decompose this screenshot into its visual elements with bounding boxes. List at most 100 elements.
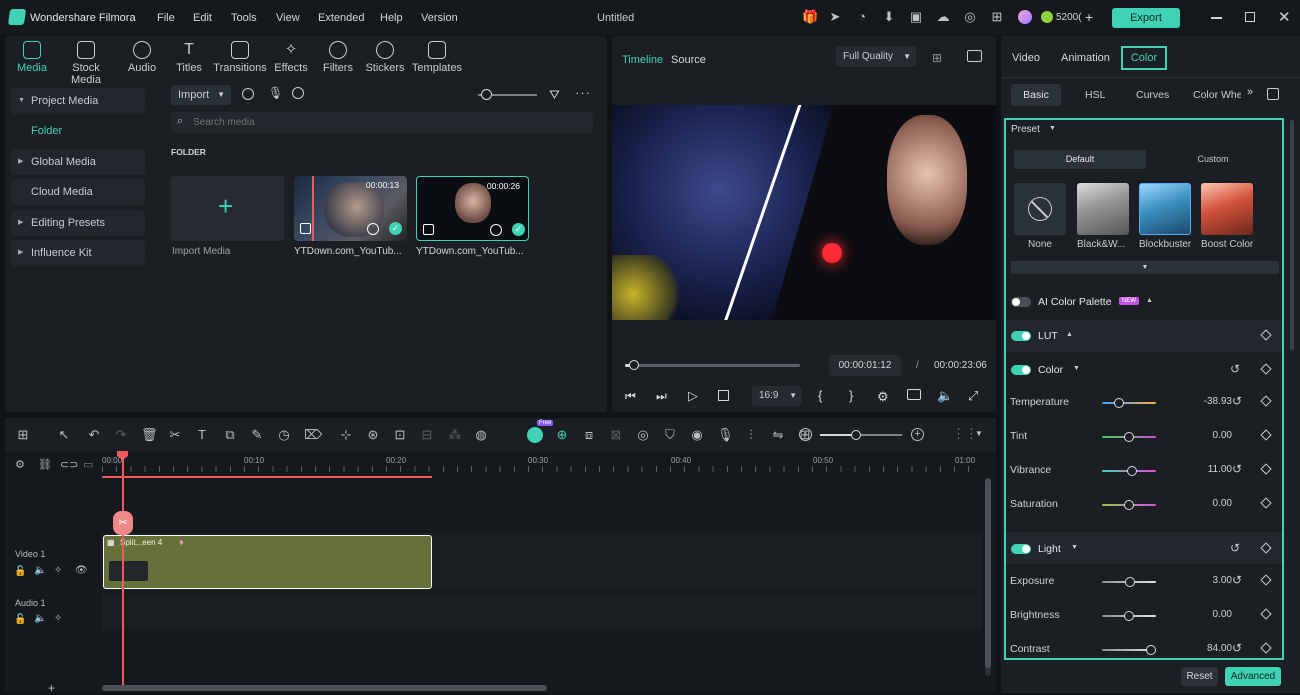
mute-icon[interactable]: 🔈 — [34, 613, 46, 624]
color-reset-icon[interactable]: ↺ — [1230, 362, 1240, 376]
ai-palette-caret-icon[interactable]: ▲ — [1146, 297, 1153, 304]
preset-tab-default[interactable]: Default — [1014, 150, 1146, 169]
quality-dropdown[interactable]: Full Quality ▼ — [836, 46, 916, 67]
track-effect-icon[interactable]: ✧ — [54, 613, 62, 624]
save-icon[interactable]: ▣ — [909, 10, 923, 24]
preset-none[interactable] — [1014, 183, 1066, 235]
caption-icon[interactable]: ▭ — [83, 458, 93, 471]
adjust-slider[interactable] — [1102, 500, 1156, 510]
lock-icon[interactable]: 🔓 — [14, 614, 26, 625]
mute-icon[interactable]: 🔈 — [34, 565, 46, 576]
light-caret-icon[interactable]: ▼ — [1071, 544, 1078, 551]
preset-expand-bar[interactable]: ▼ — [1011, 261, 1279, 274]
sidebar-item-project-media[interactable]: ▼ Project Media — [11, 88, 145, 114]
sidebar-item-cloud-media[interactable]: Cloud Media — [11, 179, 145, 205]
properties-scrollbar[interactable] — [1290, 120, 1294, 350]
track-settings-icon[interactable]: ⚙ — [15, 458, 25, 471]
menu-tools[interactable]: Tools — [231, 12, 257, 24]
keyframe-icon[interactable] — [1260, 608, 1272, 620]
keyframe-icon[interactable] — [1260, 497, 1272, 509]
color-caret-icon[interactable]: ▼ — [1073, 365, 1080, 372]
tab-transitions[interactable]: Transitions — [213, 41, 267, 74]
media-thumbnail-2[interactable]: 00:00:26 ✓ — [416, 176, 529, 241]
render-settings-icon[interactable]: ⚙ — [877, 389, 889, 405]
stabilize-icon[interactable]: ◉ — [690, 428, 704, 442]
adjust-slider[interactable] — [1102, 398, 1156, 408]
keyframe-icon[interactable] — [1260, 429, 1272, 441]
split-icon[interactable]: ✂ — [168, 428, 182, 442]
grid-icon[interactable]: ⊞ — [990, 10, 1004, 24]
tab-filters[interactable]: Filters — [318, 41, 358, 74]
tab-effects[interactable]: ✧ Effects — [271, 41, 311, 74]
layout-icon[interactable]: ⊞ — [16, 428, 30, 442]
maximize-icon[interactable] — [1245, 12, 1255, 22]
tab-stickers[interactable]: Stickers — [364, 41, 406, 74]
stop-icon[interactable] — [718, 390, 729, 401]
work-area-bar[interactable] — [102, 476, 432, 478]
redo-icon[interactable]: ↷ — [114, 428, 128, 442]
adjust-slider-knob[interactable] — [1126, 466, 1137, 476]
unlink-icon[interactable]: ⛓ — [38, 458, 52, 471]
adjust-value[interactable]: 84.00 — [1172, 643, 1232, 654]
tab-audio[interactable]: Audio — [122, 41, 162, 74]
advanced-button[interactable]: Advanced — [1225, 667, 1281, 686]
chain-icon[interactable]: ⊂⊃ — [60, 458, 78, 471]
reset-icon[interactable]: ↺ — [1232, 394, 1242, 408]
adjust-slider[interactable] — [1102, 645, 1156, 655]
auto-edit-icon[interactable]: ⊹ — [339, 428, 353, 442]
minimize-icon[interactable] — [1211, 17, 1222, 19]
export-button[interactable]: Export — [1112, 8, 1180, 28]
menu-view[interactable]: View — [276, 12, 300, 24]
adjust-slider-knob[interactable] — [1124, 611, 1134, 621]
mark-out-icon[interactable]: } — [849, 388, 853, 403]
timeline-zoom-out-icon[interactable]: - — [799, 428, 812, 441]
subtab-basic[interactable]: Basic — [1011, 84, 1061, 106]
adjust-value[interactable]: 0.00 — [1172, 609, 1232, 620]
reset-icon[interactable]: ↺ — [1232, 462, 1242, 476]
microphone-icon[interactable]: 🎙 — [268, 86, 283, 100]
ai-assistant-icon[interactable] — [527, 427, 543, 443]
filter-icon[interactable]: ⛛ — [549, 87, 560, 103]
subtab-hsl[interactable]: HSL — [1085, 89, 1105, 101]
color-toggle[interactable] — [1011, 365, 1031, 375]
more-icon[interactable]: ··· — [575, 85, 591, 100]
aspect-ratio-dropdown[interactable]: 16:9 ▼ — [752, 386, 802, 406]
adjust-slider-knob[interactable] — [1113, 398, 1124, 408]
camera-icon[interactable] — [907, 389, 921, 400]
adjust-slider-knob[interactable] — [1124, 500, 1134, 510]
lock-icon[interactable]: 🔓 — [14, 566, 26, 577]
reset-button[interactable]: Reset — [1181, 667, 1218, 686]
playback-progress-knob[interactable] — [628, 360, 639, 370]
undo-icon[interactable]: ↶ — [87, 428, 101, 442]
adjust-slider[interactable] — [1102, 611, 1156, 621]
tab-templates[interactable]: Templates — [410, 41, 464, 74]
mask-icon[interactable]: ⁂ — [448, 428, 462, 442]
device-icon[interactable]: ◔ — [855, 10, 869, 24]
adjust-value[interactable]: -38.93 — [1172, 396, 1232, 407]
reset-icon[interactable]: ↺ — [1232, 573, 1242, 587]
shield-icon[interactable]: ⛉ — [663, 428, 677, 442]
color-match-icon[interactable]: ◍ — [474, 428, 488, 442]
timeline-vertical-scrollbar[interactable] — [985, 478, 991, 676]
lut-caret-icon[interactable]: ▲ — [1066, 331, 1073, 338]
tab-stock-media[interactable]: Stock Media — [57, 41, 115, 86]
adjust-slider-knob[interactable] — [1124, 577, 1135, 587]
next-frame-icon[interactable]: ⏭ — [656, 389, 667, 404]
keyframe-icon[interactable] — [1260, 395, 1272, 407]
delete-icon[interactable]: 🗑 — [141, 428, 158, 442]
ai-palette-toggle[interactable] — [1011, 297, 1031, 307]
sidebar-item-global-media[interactable]: ▶ Global Media — [11, 149, 145, 175]
mixer-icon[interactable]: ⫶ — [744, 428, 758, 442]
playhead-line[interactable] — [122, 453, 124, 685]
timeline-zoom-knob[interactable] — [851, 430, 861, 440]
play-icon[interactable]: ▷ — [688, 388, 698, 404]
timeline-zoom-in-icon[interactable]: + — [911, 428, 924, 441]
sidebar-item-influence-kit[interactable]: ▶ Influence Kit — [11, 240, 145, 266]
tab-timeline[interactable]: Timeline — [622, 54, 663, 66]
adjust-value[interactable]: 0.00 — [1172, 430, 1232, 441]
playback-progress[interactable] — [625, 360, 800, 370]
preset-blockbuster[interactable] — [1139, 183, 1191, 235]
adjust-value[interactable]: 0.00 — [1172, 498, 1232, 509]
adjust-slider[interactable] — [1102, 466, 1156, 476]
light-toggle[interactable] — [1011, 544, 1031, 554]
